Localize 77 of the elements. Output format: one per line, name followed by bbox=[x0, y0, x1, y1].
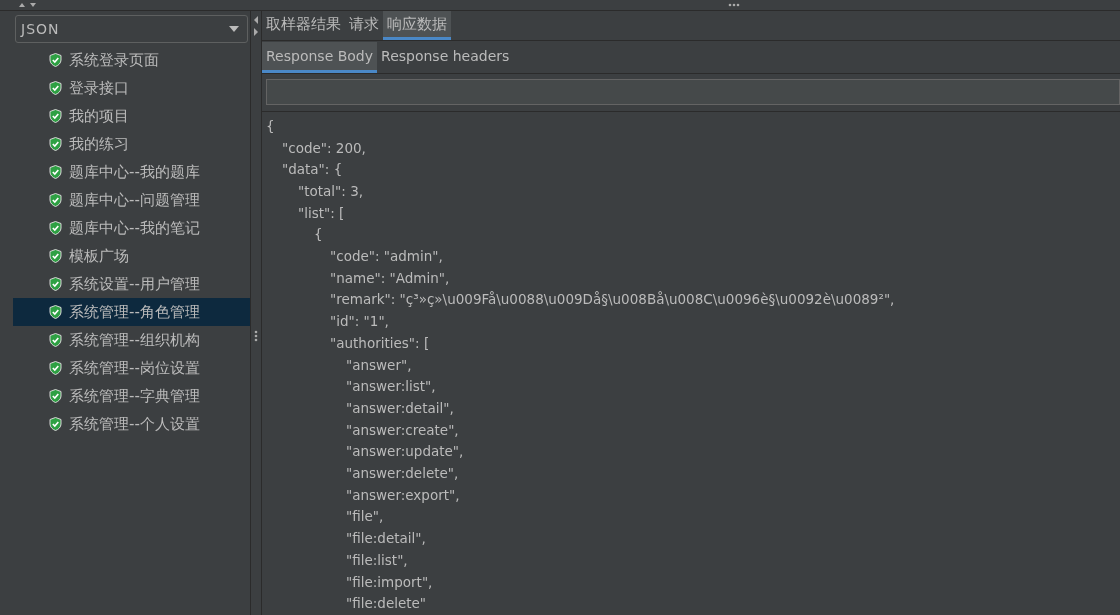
sampler-item[interactable]: 题库中心--我的笔记 bbox=[13, 214, 250, 242]
sampler-label: 系统设置--用户管理 bbox=[69, 274, 200, 294]
code-line: "answer:detail", bbox=[345, 398, 455, 418]
code-line: { bbox=[266, 116, 276, 136]
code-line: "answer:export", bbox=[345, 485, 461, 505]
code-line: "answer:delete", bbox=[345, 464, 460, 484]
code-line: "file:detail", bbox=[345, 529, 427, 549]
shield-check-icon bbox=[49, 53, 62, 67]
sampler-label: 系统管理--岗位设置 bbox=[69, 358, 200, 378]
code-line: "answer:list", bbox=[345, 377, 437, 397]
code-line: "code": 200, bbox=[281, 138, 367, 158]
shield-check-icon bbox=[49, 137, 62, 151]
shield-check-icon bbox=[49, 193, 62, 207]
sampler-item[interactable]: 系统管理--岗位设置 bbox=[13, 354, 250, 382]
sampler-label: 系统管理--字典管理 bbox=[69, 386, 200, 406]
code-line: { bbox=[313, 225, 324, 245]
shield-check-icon bbox=[49, 221, 62, 235]
code-line: "answer", bbox=[345, 355, 413, 375]
sampler-label: 系统管理--组织机构 bbox=[69, 330, 200, 350]
sampler-item[interactable]: 题库中心--我的题库 bbox=[13, 158, 250, 186]
shield-check-icon bbox=[49, 305, 62, 319]
code-line: "file", bbox=[345, 507, 385, 527]
sampler-label: 题库中心--问题管理 bbox=[69, 190, 200, 210]
sampler-item[interactable]: 系统管理--个人设置 bbox=[13, 410, 250, 438]
sampler-label: 登录接口 bbox=[69, 78, 129, 98]
sampler-label: 题库中心--我的题库 bbox=[69, 162, 200, 182]
code-line: "list": [ bbox=[297, 203, 346, 223]
shield-check-icon bbox=[49, 389, 62, 403]
sampler-item[interactable]: 题库中心--问题管理 bbox=[13, 186, 250, 214]
dropdown-caret-icon bbox=[229, 26, 239, 32]
sampler-label: 系统登录页面 bbox=[69, 50, 159, 70]
shield-check-icon bbox=[49, 109, 62, 123]
response-tab[interactable]: Response Body bbox=[262, 42, 378, 74]
sampler-label: 我的项目 bbox=[69, 106, 129, 126]
code-line: "name": "Admin", bbox=[329, 268, 451, 288]
code-line: "code": "admin", bbox=[329, 247, 444, 267]
code-line: "id": "1", bbox=[329, 312, 390, 332]
code-line: "file:list", bbox=[345, 550, 409, 570]
shield-check-icon bbox=[49, 81, 62, 95]
code-line: "file:import", bbox=[345, 572, 434, 592]
code-line: "data": { bbox=[281, 160, 344, 180]
shield-check-icon bbox=[49, 361, 62, 375]
sampler-item[interactable]: 系统管理--角色管理 bbox=[13, 298, 250, 326]
drag-handle-icon[interactable] bbox=[254, 330, 258, 342]
format-select[interactable]: JSON bbox=[15, 15, 248, 43]
response-tab[interactable]: Response headers bbox=[377, 42, 514, 74]
shield-check-icon bbox=[49, 165, 62, 179]
code-line: "answer:update", bbox=[345, 442, 465, 462]
sampler-item[interactable]: 我的练习 bbox=[13, 130, 250, 158]
code-line: "answer:create", bbox=[345, 420, 460, 440]
code-line: "authorities": [ bbox=[329, 333, 431, 353]
shield-check-icon bbox=[49, 417, 62, 431]
code-line: "remark": "ç³»ç»\u009Få\u0088\u009Då§\u008Bå\u008C\u0096è§\u0092è\u0089²", bbox=[329, 290, 896, 310]
sampler-item[interactable]: 系统设置--用户管理 bbox=[13, 270, 250, 298]
code-line: "total": 3, bbox=[297, 181, 364, 201]
search-field[interactable] bbox=[266, 79, 1120, 105]
sampler-label: 题库中心--我的笔记 bbox=[69, 218, 200, 238]
code-line: "file:delete" bbox=[345, 594, 428, 614]
drag-handle-icon[interactable] bbox=[728, 3, 740, 7]
result-tab[interactable]: 响应数据 bbox=[383, 11, 451, 41]
result-tab[interactable]: 取样器结果 bbox=[262, 11, 345, 41]
sampler-label: 系统管理--角色管理 bbox=[69, 302, 200, 322]
sampler-item[interactable]: 系统管理--组织机构 bbox=[13, 326, 250, 354]
sampler-item[interactable]: 登录接口 bbox=[13, 74, 250, 102]
sampler-label: 模板广场 bbox=[69, 246, 129, 266]
split-arrows-icon[interactable] bbox=[253, 14, 259, 38]
result-tab[interactable]: 请求 bbox=[345, 11, 383, 41]
sampler-label: 我的练习 bbox=[69, 134, 129, 154]
shield-check-icon bbox=[49, 249, 62, 263]
sampler-item[interactable]: 系统管理--字典管理 bbox=[13, 382, 250, 410]
shield-check-icon bbox=[49, 277, 62, 291]
collapse-arrows-icon[interactable] bbox=[18, 1, 38, 9]
sampler-item[interactable]: 模板广场 bbox=[13, 242, 250, 270]
sampler-item[interactable]: 系统登录页面 bbox=[13, 46, 250, 74]
sampler-item[interactable]: 我的项目 bbox=[13, 102, 250, 130]
sampler-label: 系统管理--个人设置 bbox=[69, 414, 200, 434]
shield-check-icon bbox=[49, 333, 62, 347]
